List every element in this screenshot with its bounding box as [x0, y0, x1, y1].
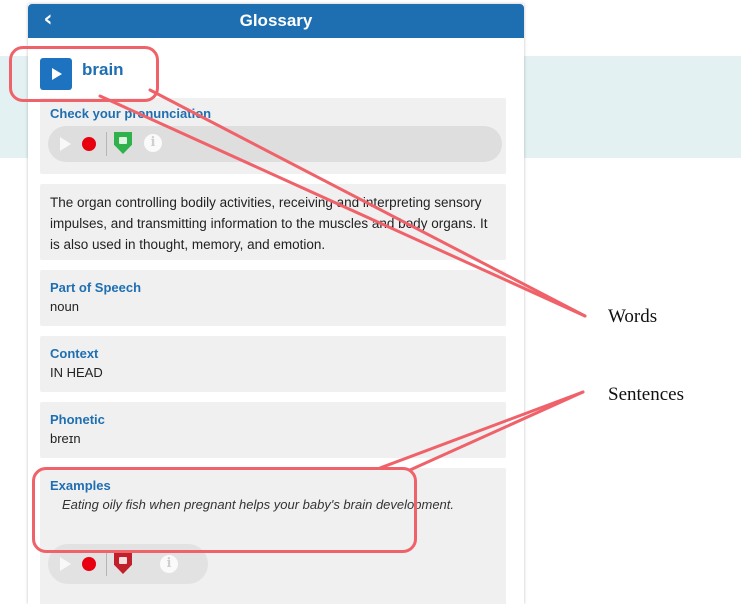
sentences-pointer-line	[408, 390, 585, 472]
sentences-pointer-line	[378, 390, 585, 470]
words-pointer-line	[148, 88, 587, 318]
callout-lines	[98, 88, 587, 472]
words-annotation: Words	[608, 306, 658, 327]
sentences-annotation: Sentences	[608, 384, 684, 405]
words-pointer-line	[98, 94, 587, 318]
